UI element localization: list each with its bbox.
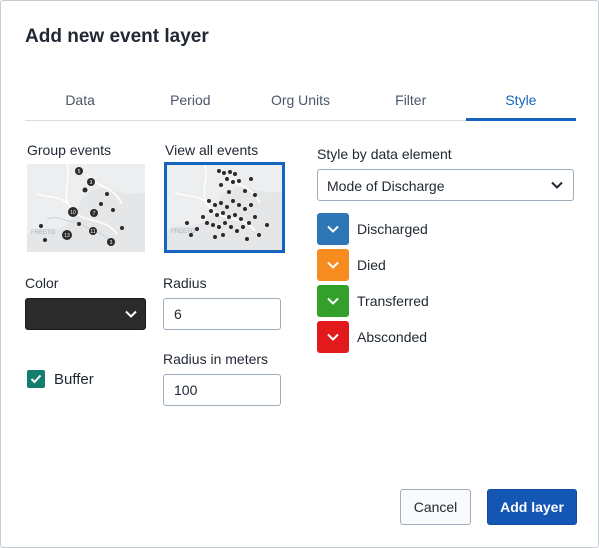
chevron-down-icon [550,178,564,197]
buffer-checkbox-row[interactable]: Buffer [27,370,94,388]
tab-filter[interactable]: Filter [356,81,466,120]
radius-input[interactable] [163,298,281,330]
style-by-value: Mode of Discharge [327,178,445,194]
legend-item-transferred: Transferred [317,285,429,317]
cancel-button[interactable]: Cancel [400,489,471,525]
buffer-checkbox[interactable] [27,370,45,388]
legend-label: Discharged [357,221,428,237]
style-by-label: Style by data element [317,146,452,162]
dialog-title: Add new event layer [25,26,209,47]
tab-org-units[interactable]: Org Units [245,81,355,120]
legend-item-absconded: Absconded [317,321,427,353]
radius-meters-label: Radius in meters [163,351,269,367]
view-all-events-thumbnail[interactable]: FREETO [164,162,285,253]
radius-label: Radius [163,275,207,291]
legend-label: Absconded [357,329,428,345]
tab-bar: Data Period Org Units Filter Style [25,81,577,121]
group-events-map-icon: FREETO 5 3 10 7 13 11 3 [27,164,145,252]
style-by-data-element-select[interactable]: Mode of Discharge [317,169,574,201]
chevron-down-icon [327,333,339,341]
add-layer-button[interactable]: Add layer [487,489,577,525]
svg-text:7: 7 [93,211,96,217]
svg-text:3: 3 [90,180,93,186]
died-color-swatch[interactable] [317,249,349,281]
svg-text:5: 5 [78,169,81,175]
legend-label: Died [357,257,386,273]
legend-label: Transferred [357,293,429,309]
chevron-down-icon [327,225,339,233]
legend-item-died: Died [317,249,386,281]
tab-data[interactable]: Data [25,81,135,120]
svg-text:10: 10 [70,210,76,216]
buffer-label: Buffer [54,370,94,388]
radius-meters-input[interactable] [163,374,281,406]
absconded-color-swatch[interactable] [317,321,349,353]
chevron-down-icon [327,297,339,305]
tab-style[interactable]: Style [465,81,577,121]
checkmark-icon [30,374,42,384]
svg-text:11: 11 [90,229,95,235]
color-label: Color [25,275,59,291]
svg-text:13: 13 [64,233,70,239]
tab-period[interactable]: Period [135,81,245,120]
view-all-events-map-icon: FREETO [167,165,282,250]
svg-text:FREETO: FREETO [31,230,56,236]
chevron-down-icon [327,261,339,269]
chevron-down-icon [124,307,138,326]
svg-text:3: 3 [110,240,113,246]
add-event-layer-dialog: Add new event layer Data Period Org Unit… [0,0,599,548]
group-events-thumbnail[interactable]: FREETO 5 3 10 7 13 11 3 [27,164,145,252]
transferred-color-swatch[interactable] [317,285,349,317]
group-events-label: Group events [27,142,112,158]
legend-item-discharged: Discharged [317,213,428,245]
color-picker[interactable] [25,298,146,330]
view-all-events-label: View all events [165,142,259,158]
discharged-color-swatch[interactable] [317,213,349,245]
